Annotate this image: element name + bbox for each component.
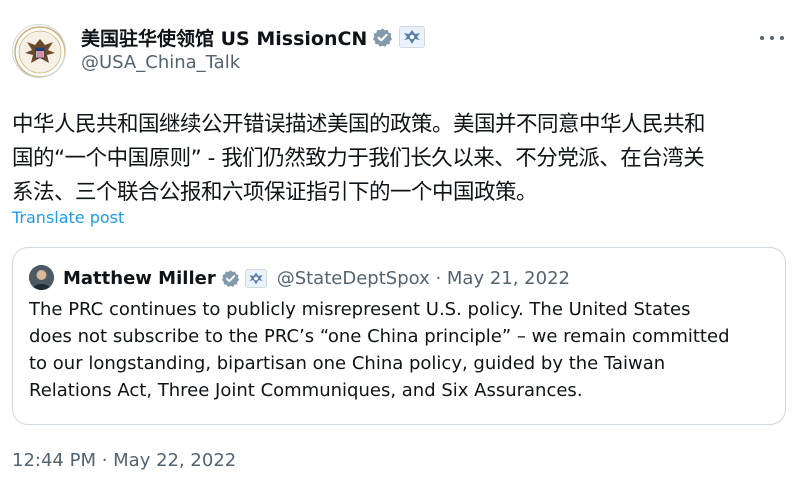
quoted-text-line: Relations Act, Three Joint Communiques, … (29, 380, 583, 401)
quoted-author-name[interactable]: Matthew Miller (63, 268, 216, 289)
quoted-tweet-card[interactable]: Matthew Miller @StateDeptSpox · May 21, … (12, 247, 786, 425)
more-options-button[interactable] (760, 28, 784, 48)
quoted-text-line: The PRC continues to publicly misreprese… (29, 299, 691, 320)
verified-badge-icon[interactable] (221, 269, 240, 288)
post-timestamp[interactable]: 12:44 PM · May 22, 2022 (12, 450, 236, 471)
quoted-tweet-header: Matthew Miller @StateDeptSpox · May 21, … (63, 265, 570, 291)
tweet-text: 中华人民共和国继续公开错误描述美国的政策。美国并不同意中华人民共和 国的“一个中… (12, 108, 792, 210)
person-icon (29, 265, 54, 290)
quoted-author-avatar[interactable] (29, 265, 54, 290)
embassy-seal-icon (14, 26, 65, 77)
translate-post-link[interactable]: Translate post (12, 208, 124, 227)
tweet-text-line: 系法、三个联合公报和六项保证指引下的一个中国政策。 (12, 180, 538, 205)
quoted-handle-and-date[interactable]: @StateDeptSpox · May 21, 2022 (277, 268, 570, 289)
tweet-text-line: 国的“一个中国原则” - 我们仍然致力于我们长久以来、不分党派、在台湾关 (12, 146, 705, 171)
author-display-name[interactable]: 美国驻华使领馆 US MissionCN (81, 24, 367, 51)
tweet-text-line: 中华人民共和国继续公开错误描述美国的政策。美国并不同意中华人民共和 (12, 112, 706, 137)
author-avatar[interactable] (12, 24, 66, 78)
quoted-tweet-text: The PRC continues to publicly misreprese… (29, 296, 774, 404)
quoted-text-line: does not subscribe to the PRC’s “one Chi… (29, 326, 730, 347)
quoted-text-line: to our longstanding, bipartisan one Chin… (29, 353, 666, 374)
author-name-row: 美国驻华使领馆 US MissionCN (81, 22, 426, 52)
author-handle[interactable]: @USA_China_Talk (81, 52, 240, 73)
government-seal-icon[interactable] (399, 26, 426, 48)
verified-badge-icon[interactable] (372, 27, 393, 48)
government-seal-icon[interactable] (244, 268, 267, 288)
more-horizontal-icon (760, 36, 764, 40)
